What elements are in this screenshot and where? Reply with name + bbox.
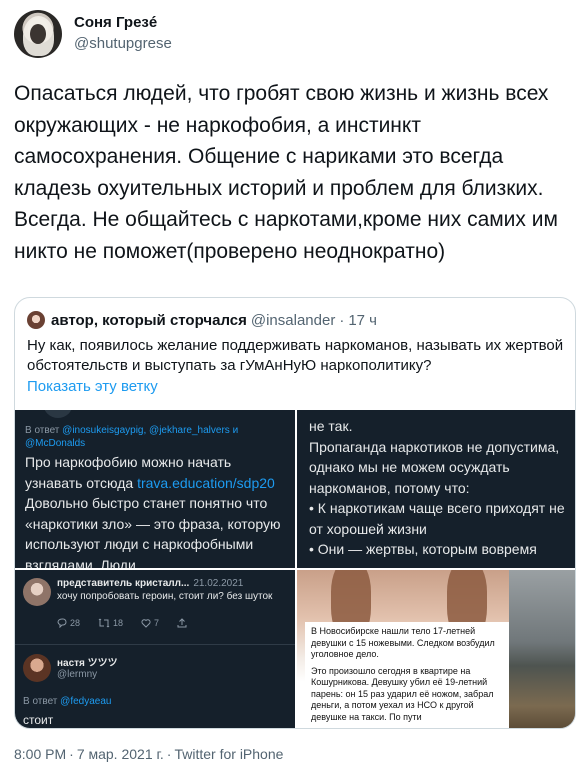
- quoted-tweet[interactable]: автор, который сторчался @insalander · 1…: [14, 297, 576, 729]
- screenshot-post-1: представитель кристалл... 21.02.2021 хочу…: [23, 578, 277, 606]
- screenshot-link: trava.education/sdp20: [137, 474, 275, 491]
- news-text-card: В Новосибирске нашли тело 17-летней деву…: [305, 622, 509, 728]
- quoted-author-avatar: [27, 311, 45, 329]
- screenshot-actions: 28 18 7: [57, 618, 187, 628]
- landscape-photo: [509, 570, 575, 728]
- media-image-1[interactable]: В ответ @inosukeisgaypig, @jekhare_halve…: [15, 410, 295, 568]
- screenshot-text: Про наркофобию можно начать узнавать отс…: [25, 454, 281, 568]
- reply-to-line: В ответ @fedyaeau: [23, 696, 112, 707]
- tweet-meta: 8:00 PM · 7 мар. 2021 г. · Twitter for iPhon…: [14, 746, 284, 762]
- media-image-4[interactable]: В Новосибирске нашли тело 17-летней деву…: [297, 570, 575, 728]
- author-avatar[interactable]: [14, 10, 62, 58]
- share-icon: [177, 618, 187, 628]
- divider: [15, 644, 295, 645]
- show-thread-link[interactable]: Показать эту ветку: [27, 378, 158, 395]
- media-image-3[interactable]: представитель кристалл... 21.02.2021 хочу…: [15, 570, 295, 728]
- tweet-text: Опасаться людей, что гробят свою жизнь и…: [14, 82, 558, 263]
- author-display-name[interactable]: Соня Грезé: [74, 14, 157, 31]
- tweet-source: Twitter for iPhone: [174, 746, 284, 762]
- retweet-icon: 18: [98, 618, 123, 628]
- reply-to-line: В ответ @inosukeisgaypig, @jekhare_halve…: [25, 425, 239, 449]
- media-image-2[interactable]: не так. Пропаганда наркотиков не допусти…: [297, 410, 575, 568]
- avatar-placeholder: [43, 410, 73, 418]
- screenshot-avatar: [23, 578, 51, 606]
- screenshot-post-2: настя ツツツ @lermny: [23, 654, 118, 682]
- quoted-author-handle: @insalander: [250, 311, 336, 329]
- author-handle[interactable]: @shutupgrese: [74, 35, 172, 52]
- screenshot-text: не так. Пропаганда наркотиков не допусти…: [309, 418, 565, 557]
- quoted-author-name: автор, который сторчался: [51, 311, 247, 329]
- media-grid: В ответ @inosukeisgaypig, @jekhare_halve…: [15, 410, 575, 728]
- screenshot-reply-text: стоит: [23, 713, 54, 727]
- tweet-time[interactable]: 8:00 PM: [14, 746, 66, 762]
- tweet-date[interactable]: 7 мар. 2021 г.: [77, 746, 164, 762]
- quoted-timestamp: 17 ч: [348, 311, 377, 329]
- quoted-tweet-header: автор, который сторчался @insalander · 1…: [27, 310, 377, 330]
- tweet-header: Соня Грезé @shutupgrese: [14, 10, 574, 60]
- reply-icon: 28: [57, 618, 80, 628]
- quoted-tweet-text: Ну как, появилось желание поддерживать н…: [27, 337, 564, 374]
- screenshot-avatar: [23, 654, 51, 682]
- heart-icon: 7: [141, 618, 159, 628]
- dot-separator: ·: [339, 311, 345, 329]
